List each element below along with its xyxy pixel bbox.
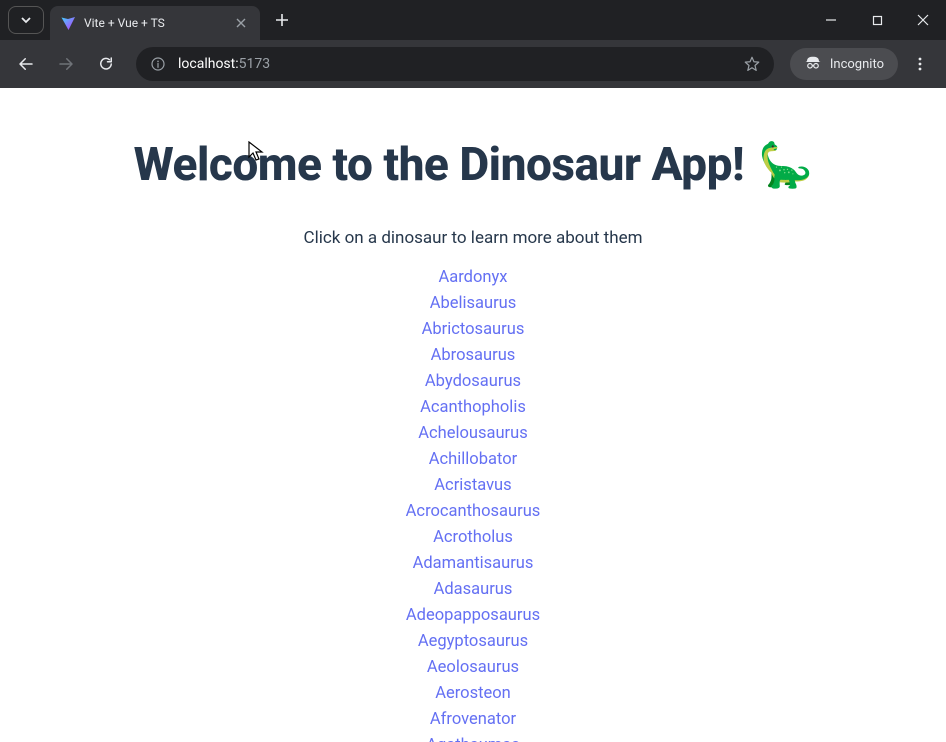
incognito-badge[interactable]: Incognito	[790, 48, 898, 80]
forward-button[interactable]	[48, 46, 84, 82]
incognito-icon	[804, 55, 822, 73]
page-heading: Welcome to the Dinosaur App! 🦕	[36, 138, 910, 192]
dinosaur-link[interactable]: Adeopapposaurus	[406, 604, 540, 628]
tab-search-button[interactable]	[8, 6, 44, 34]
browser-toolbar: localhost:5173 Incognito	[0, 40, 946, 88]
tab-close-button[interactable]	[232, 14, 250, 32]
url-text: localhost:5173	[178, 56, 740, 72]
browser-title-bar: Vite + Vue + TS	[0, 0, 946, 40]
dinosaur-link[interactable]: Achillobator	[429, 448, 517, 472]
dinosaur-link[interactable]: Abydosaurus	[425, 370, 521, 394]
heading-text: Welcome to the Dinosaur App!	[134, 138, 744, 192]
dinosaur-link[interactable]: Aerosteon	[435, 682, 511, 706]
browser-tab[interactable]: Vite + Vue + TS	[50, 6, 260, 40]
dinosaur-link[interactable]: Adasaurus	[434, 578, 513, 602]
dinosaur-link[interactable]: Agathaumas	[426, 734, 520, 742]
incognito-label: Incognito	[830, 57, 884, 72]
vite-favicon-icon	[60, 15, 76, 31]
window-controls	[808, 0, 946, 40]
dinosaur-link[interactable]: Afrovenator	[430, 708, 516, 732]
page-viewport[interactable]: Welcome to the Dinosaur App! 🦕 Click on …	[0, 88, 946, 742]
new-tab-button[interactable]	[268, 6, 296, 34]
browser-menu-button[interactable]	[902, 46, 938, 82]
dinosaur-link[interactable]: Acanthopholis	[420, 396, 526, 420]
maximize-button[interactable]	[854, 0, 900, 40]
dinosaur-link[interactable]: Abelisaurus	[430, 292, 517, 316]
minimize-button[interactable]	[808, 0, 854, 40]
page-content: Welcome to the Dinosaur App! 🦕 Click on …	[0, 88, 946, 742]
back-button[interactable]	[8, 46, 44, 82]
dinosaur-link[interactable]: Adamantisaurus	[413, 552, 534, 576]
dinosaur-link[interactable]: Aeolosaurus	[427, 656, 519, 680]
address-bar[interactable]: localhost:5173	[136, 47, 774, 81]
bookmark-star-icon[interactable]	[740, 55, 764, 73]
dinosaur-link[interactable]: Acrocanthosaurus	[406, 500, 541, 524]
dinosaur-link[interactable]: Acristavus	[434, 474, 511, 498]
dinosaur-link[interactable]: Abrictosaurus	[422, 318, 525, 342]
dinosaur-link[interactable]: Achelousaurus	[418, 422, 528, 446]
site-info-icon[interactable]	[146, 52, 170, 76]
dinosaur-link[interactable]: Aardonyx	[439, 266, 508, 290]
dinosaur-link[interactable]: Abrosaurus	[431, 344, 516, 368]
dinosaur-link[interactable]: Aegyptosaurus	[418, 630, 528, 654]
reload-button[interactable]	[88, 46, 124, 82]
close-window-button[interactable]	[900, 0, 946, 40]
dinosaur-link[interactable]: Acrotholus	[433, 526, 513, 550]
tab-title: Vite + Vue + TS	[84, 16, 232, 30]
dinosaur-list: AardonyxAbelisaurusAbrictosaurusAbrosaur…	[36, 266, 910, 742]
page-subheading: Click on a dinosaur to learn more about …	[36, 228, 910, 248]
dinosaur-emoji-icon: 🦕	[758, 139, 812, 191]
